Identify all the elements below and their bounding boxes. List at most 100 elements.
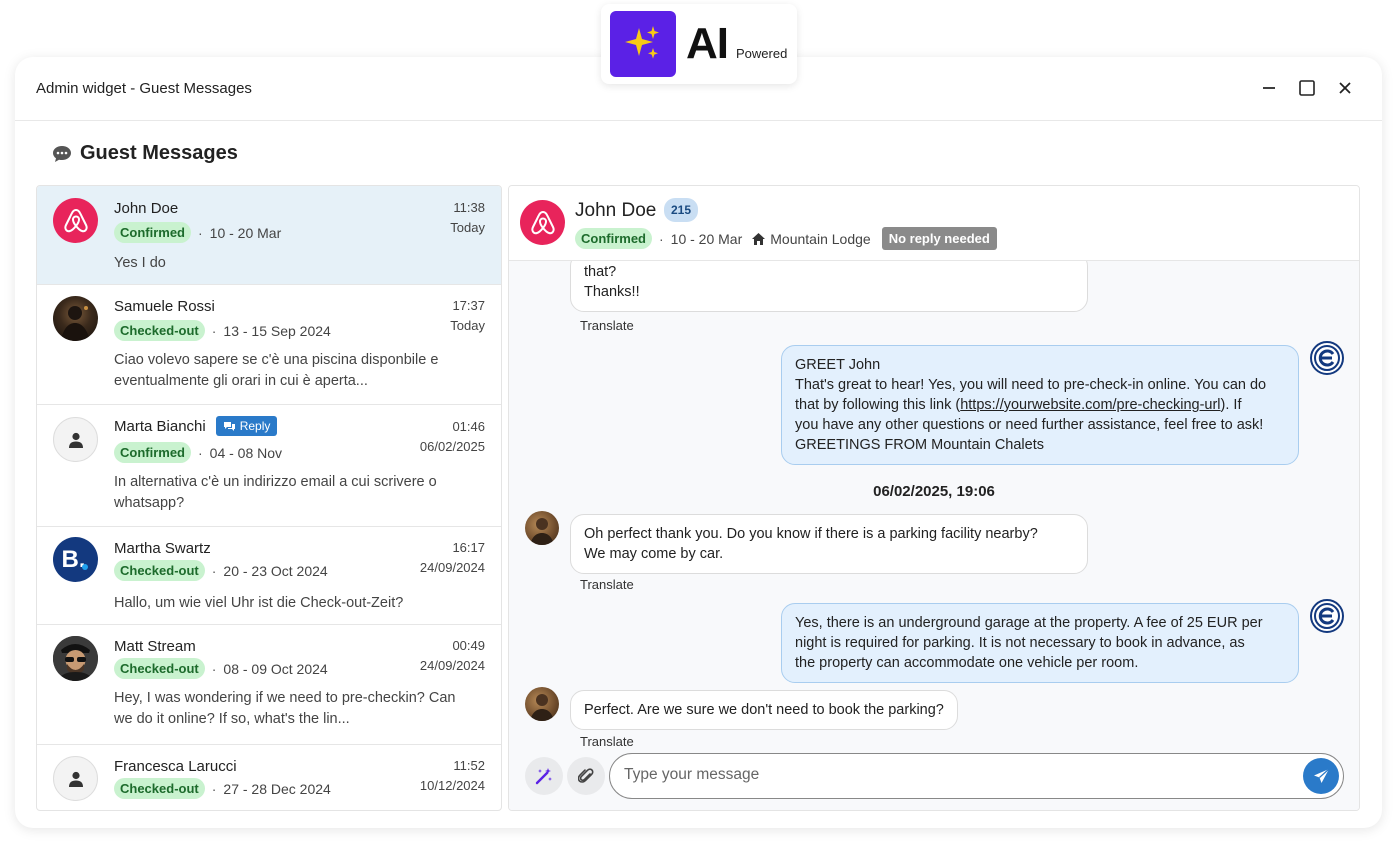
- message-text: that by following this link (: [795, 397, 961, 413]
- guest-message: Oh perfect thank you. Do you know if the…: [570, 514, 1088, 574]
- conversation-item[interactable]: Samuele Rossi 17:37 Today Checked-out · …: [37, 285, 501, 405]
- conversation-item[interactable]: B. Martha Swartz 16:17 24/09/2024 Checke…: [37, 527, 501, 625]
- conversation-time-value: 11:52: [453, 758, 485, 773]
- message-line: Yes, there is an underground garage at t…: [795, 615, 1263, 631]
- status-badge: Checked-out: [114, 658, 205, 679]
- message-line: you have any other questions or need fur…: [795, 417, 1264, 433]
- conversation-name: Samuele Rossi: [114, 298, 215, 315]
- separator-dot: ·: [198, 444, 203, 461]
- conversation-name: Francesca Larucci: [114, 758, 237, 775]
- stay-dates: 08 - 09 Oct 2024: [223, 660, 328, 677]
- conversation-time-value: 16:17: [452, 540, 485, 555]
- stay-dates: 10 - 20 Mar: [670, 230, 743, 247]
- guest-message: that? Thanks!!: [570, 252, 1088, 312]
- message-input-wrapper: [609, 753, 1344, 799]
- ai-magic-wand-button[interactable]: [525, 757, 563, 795]
- conversation-item[interactable]: Marta Bianchi Reply 01:46 06/02/2025 Con…: [37, 405, 501, 527]
- conversation-name: Marta Bianchi: [114, 417, 206, 435]
- chat-meta: Confirmed · 10 - 20 Mar Mountain Lodge N…: [575, 227, 997, 250]
- conversation-name: Martha Swartz: [114, 540, 211, 557]
- precheckin-link[interactable]: https://yourwebsite.com/pre-checking-url: [960, 397, 1220, 413]
- window-controls: [1260, 79, 1354, 97]
- message-line: that?: [584, 264, 617, 280]
- stay-dates: 27 - 28 Dec 2024: [223, 780, 331, 797]
- comments-icon: [223, 421, 235, 431]
- conversation-time-value: 01:46: [452, 419, 485, 434]
- translate-link[interactable]: Translate: [580, 318, 634, 333]
- close-icon[interactable]: [1336, 79, 1354, 97]
- reply-tag[interactable]: Reply: [215, 416, 278, 436]
- avatar: [53, 636, 98, 681]
- conversation-name: John Doe: [114, 200, 179, 217]
- stay-dates: 13 - 15 Sep 2024: [223, 322, 331, 339]
- conversation-item[interactable]: Matt Stream 00:49 24/09/2024 Checked-out…: [37, 625, 501, 745]
- guest-message: Perfect. Are we sure we don't need to bo…: [570, 690, 958, 730]
- conversation-preview: Hallo, um wie viel Uhr ist die Check-out…: [114, 595, 404, 611]
- conversation-day: 10/12/2024: [419, 778, 485, 793]
- message-thread: that? Thanks!! Translate GREET John That…: [509, 252, 1359, 810]
- conversation-time-value: 11:38: [453, 200, 485, 215]
- conversation-list: John Doe 11:38 Today Confirmed · 10 - 20…: [36, 185, 502, 811]
- ai-powered-badge: AI Powered: [601, 4, 797, 84]
- chat-guest-name: John Doe: [575, 200, 657, 221]
- conversation-preview: In alternativa c'è un indirizzo email a …: [114, 474, 437, 511]
- conversation-time: 17:37 Today: [450, 296, 485, 336]
- message-line: GREETINGS FROM Mountain Chalets: [795, 437, 1044, 453]
- section-title: Guest Messages: [80, 142, 238, 164]
- conversation-preview: Ciao volevo sapere se c'è una piscina di…: [114, 352, 439, 389]
- conversation-day: Today: [450, 220, 485, 235]
- status-badge: Checked-out: [114, 778, 205, 799]
- status-badge: Confirmed: [114, 442, 191, 463]
- no-reply-badge[interactable]: No reply needed: [881, 227, 997, 250]
- status-badge: Checked-out: [114, 320, 205, 341]
- send-icon: [1313, 768, 1329, 783]
- window-title: Admin widget - Guest Messages: [36, 80, 252, 97]
- conversation-meta: Checked-out · 13 - 15 Sep 2024: [114, 320, 331, 341]
- stay-dates: 10 - 20 Mar: [209, 224, 282, 241]
- host-message: GREET John That's great to hear! Yes, yo…: [781, 345, 1299, 465]
- ai-badge-subtitle: Powered: [736, 45, 788, 61]
- translate-link[interactable]: Translate: [580, 734, 634, 749]
- message-composer: [509, 752, 1359, 810]
- conversation-meta: Checked-out · 08 - 09 Oct 2024: [114, 658, 328, 679]
- message-line: GREET John: [795, 357, 881, 373]
- guest-avatar: [525, 687, 559, 721]
- message-input[interactable]: [624, 766, 1284, 784]
- conversation-item[interactable]: Francesca Larucci 11:52 10/12/2024 Check…: [37, 745, 501, 810]
- separator-dot: ·: [211, 780, 217, 797]
- conversation-time: 11:38 Today: [450, 198, 485, 238]
- date-separator: 06/02/2025, 19:06: [873, 483, 995, 500]
- conversation-meta: Checked-out · 27 - 28 Dec 2024: [114, 778, 331, 799]
- ai-badge-title: AI: [686, 19, 729, 68]
- conversation-time: 01:46 06/02/2025: [420, 417, 485, 457]
- host-logo-icon: [1310, 599, 1344, 633]
- user-icon: [53, 417, 98, 462]
- reply-label: Reply: [239, 419, 271, 433]
- host-logo-icon: [1310, 341, 1344, 375]
- stay-dates: 20 - 23 Oct 2024: [223, 562, 328, 579]
- message-text: ). If: [1220, 397, 1242, 413]
- message-line: Oh perfect thank you. Do you know if the…: [584, 526, 1038, 542]
- translate-link[interactable]: Translate: [580, 577, 634, 592]
- maximize-icon[interactable]: [1298, 79, 1316, 97]
- chat-bubble-icon: [53, 145, 71, 162]
- guest-avatar: [525, 511, 559, 545]
- airbnb-logo-icon: [520, 200, 565, 245]
- send-button[interactable]: [1303, 758, 1339, 794]
- conversation-time: 11:52 10/12/2024: [420, 756, 485, 796]
- message-line: that by following this link (https://you…: [795, 395, 1285, 415]
- message-line: Perfect. Are we sure we don't need to bo…: [584, 702, 944, 718]
- message-line: We may come by car.: [584, 546, 724, 562]
- conversation-meta: Checked-out · 20 - 23 Oct 2024: [114, 560, 328, 581]
- paperclip-icon: [578, 768, 594, 783]
- separator-dot: ·: [211, 660, 217, 677]
- property-name: Mountain Lodge: [770, 230, 871, 247]
- minimize-icon[interactable]: [1260, 79, 1278, 97]
- chat-header: John Doe 215 Confirmed · 10 - 20 Mar Mou…: [509, 186, 1359, 261]
- separator-dot: ·: [659, 230, 664, 247]
- attach-button[interactable]: [567, 757, 605, 795]
- status-badge: Checked-out: [114, 560, 205, 581]
- conversation-meta: Confirmed · 04 - 08 Nov: [114, 442, 282, 463]
- conversation-item[interactable]: John Doe 11:38 Today Confirmed · 10 - 20…: [37, 186, 501, 285]
- conversation-day: Today: [450, 318, 485, 333]
